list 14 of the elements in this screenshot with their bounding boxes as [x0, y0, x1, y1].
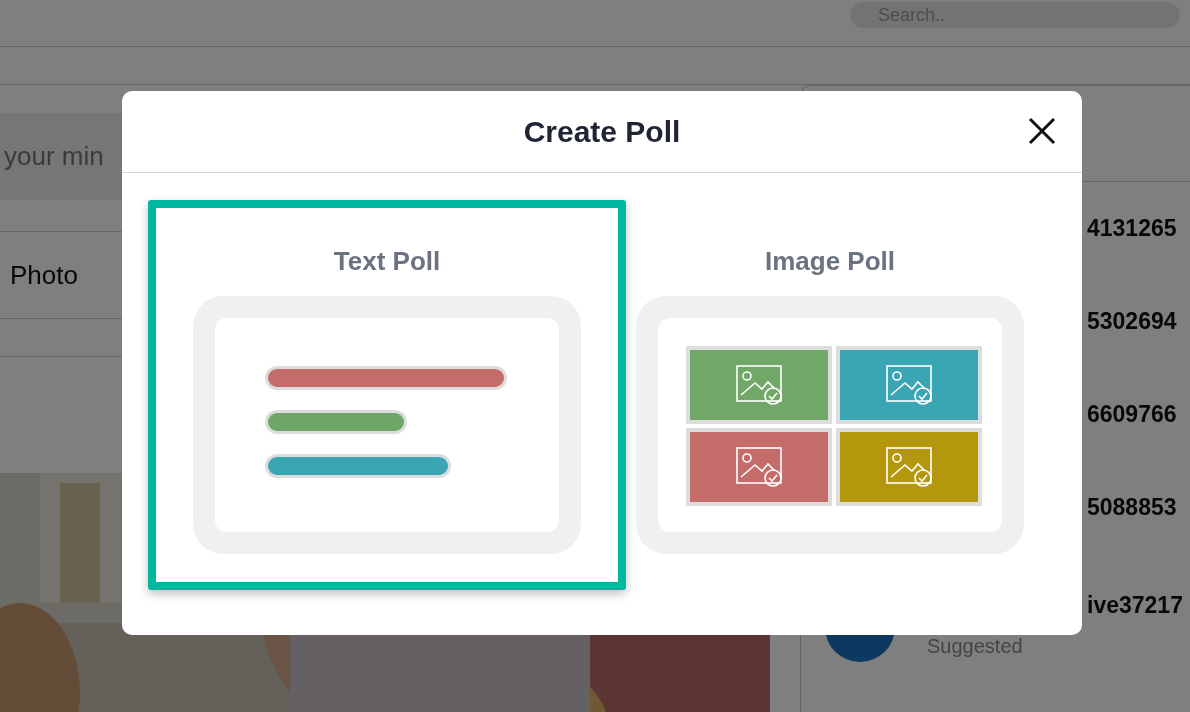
- poll-type-option[interactable]: Text Poll: [148, 200, 626, 590]
- user-name[interactable]: ive37217: [1087, 592, 1183, 619]
- image-check-icon: [885, 364, 933, 406]
- poll-type-option[interactable]: Image Poll: [636, 200, 1024, 590]
- user-name[interactable]: 5088853: [1087, 494, 1177, 521]
- dialog-title: Create Poll: [523, 114, 681, 149]
- photo-action[interactable]: Photo: [0, 259, 78, 291]
- user-name[interactable]: 4131265: [1087, 215, 1177, 242]
- suggested-label: Suggested: [927, 635, 1024, 658]
- user-name[interactable]: 6609766: [1087, 401, 1177, 428]
- image-check-icon: [735, 446, 783, 488]
- image-check-icon: [735, 364, 783, 406]
- user-name[interactable]: 5302694: [1087, 308, 1177, 335]
- image-check-icon: [885, 446, 933, 488]
